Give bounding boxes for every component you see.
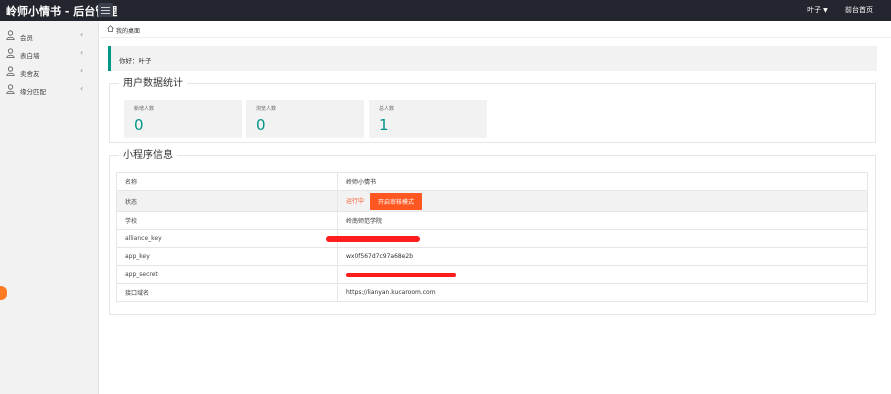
stat-card: 浏览人数 0 — [246, 100, 364, 138]
user-icon — [6, 30, 15, 40]
row-key: 状态 — [116, 190, 338, 212]
row-value: 运行中 开启审核模式 — [337, 190, 868, 212]
breadcrumb-label: 我的桌面 — [116, 28, 141, 35]
table-row: 接口域名 https://lianyan.kucaroom.com — [116, 283, 868, 302]
row-key: 学校 — [116, 211, 338, 230]
row-value — [326, 229, 868, 248]
row-key: 接口域名 — [116, 283, 338, 302]
top-right-nav: 叶子 ▼ 前台首页 — [807, 5, 873, 15]
table-row: alliance_key — [116, 229, 868, 248]
stat-label: 新增人数 — [134, 106, 155, 112]
user-icon — [6, 84, 15, 94]
table-row: 学校 岭南师范学院 — [116, 211, 868, 230]
chevron-left-icon: ‹ — [80, 66, 84, 75]
row-key: app_secret — [116, 265, 338, 284]
stat-label: 浏览人数 — [256, 106, 277, 112]
chevron-left-icon: ‹ — [80, 48, 84, 57]
home-icon — [107, 25, 114, 32]
sidebar-item-members[interactable]: 会员 ‹ — [0, 27, 98, 45]
stat-value: 1 — [379, 116, 389, 134]
status-badge: 运行中 — [346, 197, 365, 205]
sidebar-item-label: 卖舍友 — [20, 70, 40, 78]
user-menu[interactable]: 叶子 ▼ — [807, 6, 828, 14]
stat-value: 0 — [134, 116, 144, 134]
panel-title: 用户数据统计 — [119, 77, 187, 90]
stat-card: 总人数 1 — [369, 100, 487, 138]
user-stats-panel: 用户数据统计 新增人数 0 浏览人数 0 总人数 1 — [109, 77, 876, 143]
greeting-banner: 你好：叶子 — [108, 46, 877, 71]
sidebar-item-label: 缘分匹配 — [20, 88, 46, 96]
row-value — [337, 265, 868, 284]
stat-card: 新增人数 0 — [124, 100, 242, 138]
chevron-left-icon: ‹ — [80, 84, 84, 93]
home-link[interactable]: 前台首页 — [845, 6, 873, 14]
table-row: 状态 运行中 开启审核模式 — [116, 190, 868, 212]
sidebar-item-label: 会员 — [20, 34, 33, 42]
row-value: 岭南师范学院 — [337, 211, 868, 230]
stat-label: 总人数 — [379, 106, 395, 112]
row-value: 岭师小情书 — [337, 172, 868, 191]
sidebar-item-sell-roommate[interactable]: 卖舍友 ‹ — [0, 63, 98, 81]
row-key: alliance_key — [116, 229, 338, 248]
stat-value: 0 — [256, 116, 266, 134]
miniprogram-info-panel: 小程序信息 名称 岭师小情书 状态 运行中 开启审核模式 学校 岭南师范学院 a… — [109, 149, 876, 315]
sidebar-item-match[interactable]: 缘分匹配 ‹ — [0, 81, 98, 99]
greeting-text: 你好：叶子 — [119, 57, 152, 65]
user-icon — [6, 66, 15, 76]
table-row: app_secret — [116, 265, 868, 284]
row-value: wx0f567d7c97a68e2b — [337, 247, 868, 266]
row-value: https://lianyan.kucaroom.com — [337, 283, 868, 302]
row-key: 名称 — [116, 172, 338, 191]
menu-toggle-icon[interactable] — [98, 3, 113, 17]
redaction-mark — [326, 235, 420, 242]
panel-title: 小程序信息 — [119, 149, 177, 162]
table-row: app_key wx0f567d7c97a68e2b — [116, 247, 868, 266]
user-icon — [6, 48, 15, 58]
table-row: 名称 岭师小情书 — [116, 172, 868, 191]
redaction-mark — [346, 272, 456, 277]
caret-down-icon: ▼ — [823, 7, 828, 14]
user-name: 叶子 — [807, 6, 822, 14]
sidebar-item-label: 表白墙 — [20, 52, 40, 60]
top-bar: 岭师小情书 - 后台管理 叶子 ▼ 前台首页 — [0, 0, 891, 21]
info-table: 名称 岭师小情书 状态 运行中 开启审核模式 学校 岭南师范学院 allianc… — [116, 172, 868, 302]
sidebar: 会员 ‹ 表白墙 ‹ 卖舍友 ‹ 缘分匹配 ‹ — [0, 21, 99, 394]
breadcrumb: 我的桌面 — [100, 21, 891, 38]
sidebar-item-confession-wall[interactable]: 表白墙 ‹ — [0, 45, 98, 63]
chevron-left-icon: ‹ — [80, 30, 84, 39]
enable-audit-mode-button[interactable]: 开启审核模式 — [369, 192, 422, 210]
row-key: app_key — [116, 247, 338, 266]
